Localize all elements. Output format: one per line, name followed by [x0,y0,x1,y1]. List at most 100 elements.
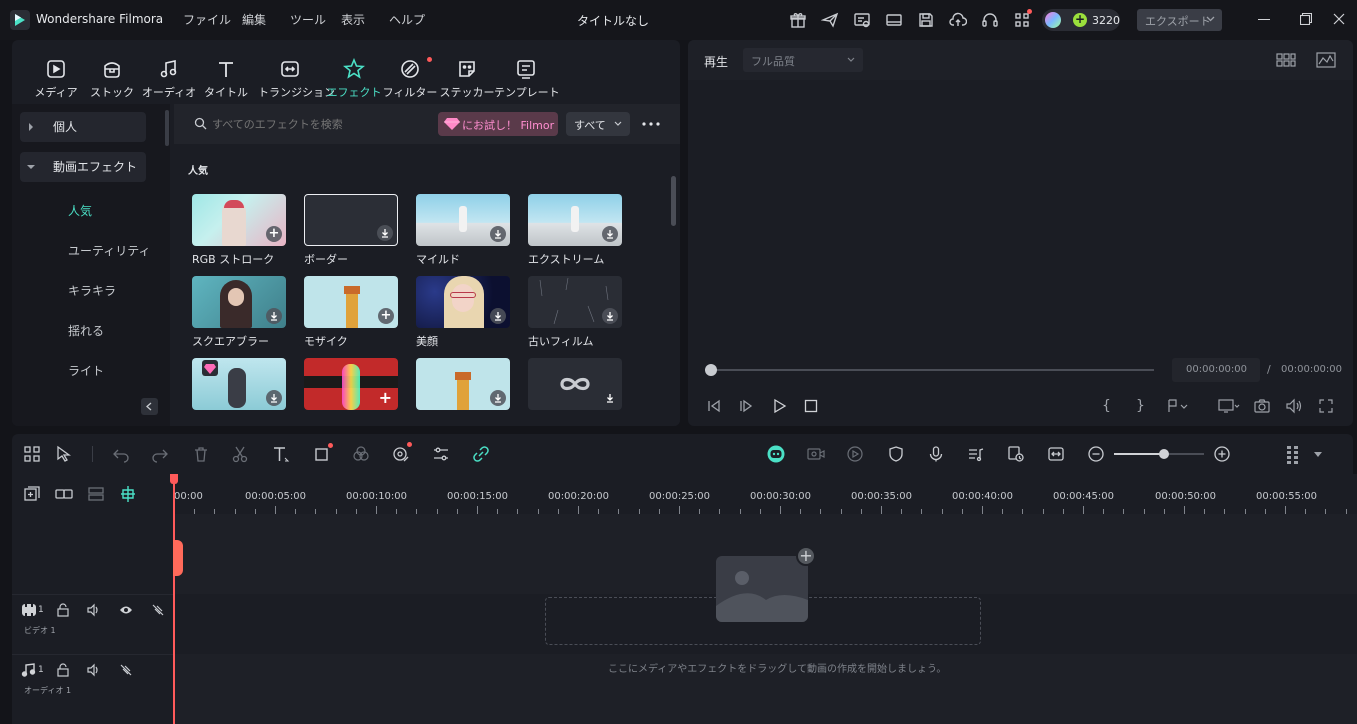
tab-stock[interactable]: ストック [80,58,144,100]
save-icon[interactable] [917,11,935,29]
display-icon[interactable] [1218,398,1240,414]
volume-icon[interactable] [1285,398,1303,414]
previous-frame-icon[interactable] [706,398,722,414]
tab-title[interactable]: タイトル [194,58,258,100]
monitor-icon[interactable] [885,11,903,29]
download-icon[interactable] [377,225,393,241]
effect-thumb-premium-skater[interactable] [192,358,286,410]
menu-edit[interactable]: 編集 [242,11,266,28]
download-icon[interactable] [490,308,506,324]
track-options-icon[interactable] [1284,445,1302,464]
disable-track-icon[interactable] [119,663,133,677]
sidebar-sub-popular[interactable]: 人気 [68,202,92,219]
sidebar-sub-sparkle[interactable]: キラキラ [68,282,116,299]
lock-icon[interactable] [56,663,70,677]
menu-help[interactable]: ヘルプ [389,11,425,28]
gift-icon[interactable] [789,11,807,29]
effect-thumb-square-blur[interactable] [192,276,286,328]
promo-badge[interactable]: にお試し！ Filmor [438,112,558,136]
render-icon[interactable] [846,445,864,463]
grid-view-icon[interactable] [1276,52,1296,68]
effect-thumb-extreme[interactable] [528,194,622,246]
zoom-slider-handle[interactable] [1159,449,1169,459]
send-icon[interactable] [821,11,839,29]
snapshot-icon[interactable] [1254,398,1270,414]
screen-record-icon[interactable] [853,11,871,29]
add-icon[interactable]: + [379,390,392,406]
tab-template[interactable]: テンプレート [494,58,560,100]
tab-sticker[interactable]: ステッカー [435,58,499,100]
add-icon[interactable]: + [266,226,282,242]
tab-effect[interactable]: エフェクト [322,58,386,100]
marker-icon[interactable] [1166,398,1188,414]
fullscreen-icon[interactable] [1318,398,1334,414]
compound-icon[interactable] [87,485,105,503]
microphone-icon[interactable] [927,445,945,463]
layout-icon[interactable] [23,445,41,463]
auto-reframe-icon[interactable] [806,445,825,463]
download-icon[interactable] [266,390,282,406]
maximize-button[interactable] [1300,13,1312,25]
ai-tool-icon[interactable] [392,445,410,463]
download-icon[interactable] [266,308,282,324]
export-button[interactable]: エクスポート [1137,9,1222,31]
menu-view[interactable]: 表示 [341,11,365,28]
timeline-canvas[interactable]: + ここにメディアやエフェクトをドラッグして動画の作成を開始しましょう。 [173,514,1357,724]
credits-pill[interactable]: + 3220 [1042,9,1120,31]
menu-tools[interactable]: ツール [290,11,326,28]
video-viewer[interactable] [688,80,1353,380]
effect-thumb-rgb-stroke[interactable]: + [192,194,286,246]
shield-icon[interactable] [887,445,905,463]
tab-media[interactable]: メディア [24,58,88,100]
link-icon[interactable] [472,445,490,463]
scrubber-track[interactable] [710,369,1154,371]
tab-audio[interactable]: オーディオ [137,58,201,100]
fit-timeline-icon[interactable] [1047,445,1065,463]
download-icon[interactable] [490,390,506,406]
sidebar-sub-shake[interactable]: 揺れる [68,322,104,339]
add-track-icon[interactable] [23,485,41,503]
sidebar-sub-light[interactable]: ライト [68,362,104,379]
scrubber-handle[interactable] [705,364,717,376]
delete-icon[interactable] [192,445,210,463]
add-icon[interactable]: + [378,308,394,324]
quality-select[interactable]: フル品質 [743,48,863,72]
tab-filter[interactable]: フィルター [378,58,442,100]
color-icon[interactable] [352,445,370,463]
link-track-icon[interactable] [55,485,73,503]
redo-icon[interactable] [151,445,169,463]
play-icon[interactable] [771,398,787,414]
download-icon[interactable] [602,226,618,242]
effect-thumb-mild[interactable] [416,194,510,246]
text-tool-icon[interactable] [272,445,290,463]
effect-thumb-old-film[interactable] [528,276,622,328]
timeline-ruler[interactable]: 00:00 00:00:05:00 00:00:10:00 00:00:15:0… [173,474,1357,514]
effect-thumb-mosaic[interactable]: + [304,276,398,328]
collapse-sidebar-button[interactable] [141,398,158,415]
zoom-in-icon[interactable] [1213,445,1231,463]
tab-transition[interactable]: トランジション [258,58,335,100]
search-input[interactable] [212,114,432,134]
menu-file[interactable]: ファイル [183,11,231,28]
stop-icon[interactable] [803,398,819,414]
chevron-down-icon[interactable] [1314,452,1322,457]
speaker-icon[interactable] [87,663,101,677]
scope-icon[interactable] [1316,52,1336,68]
speaker-icon[interactable] [87,603,101,617]
undo-icon[interactable] [112,445,130,463]
sidebar-sub-utility[interactable]: ユーティリティ [68,242,151,259]
effect-thumb-lighthouse[interactable] [416,358,510,410]
disable-track-icon[interactable] [151,603,165,617]
playhead-line[interactable] [173,474,175,724]
playhead-handle[interactable] [170,474,178,484]
download-icon[interactable] [602,390,618,406]
playhead-grip[interactable] [173,540,183,576]
magnet-snap-icon[interactable] [119,485,137,503]
effect-thumb-infinity[interactable] [528,358,622,410]
cut-icon[interactable] [231,445,249,463]
effect-thumb-beauty[interactable] [416,276,510,328]
headset-icon[interactable] [981,11,999,29]
minimize-button[interactable] [1258,19,1270,20]
content-scrollbar[interactable] [671,176,676,226]
add-media-icon[interactable]: + [796,546,816,566]
